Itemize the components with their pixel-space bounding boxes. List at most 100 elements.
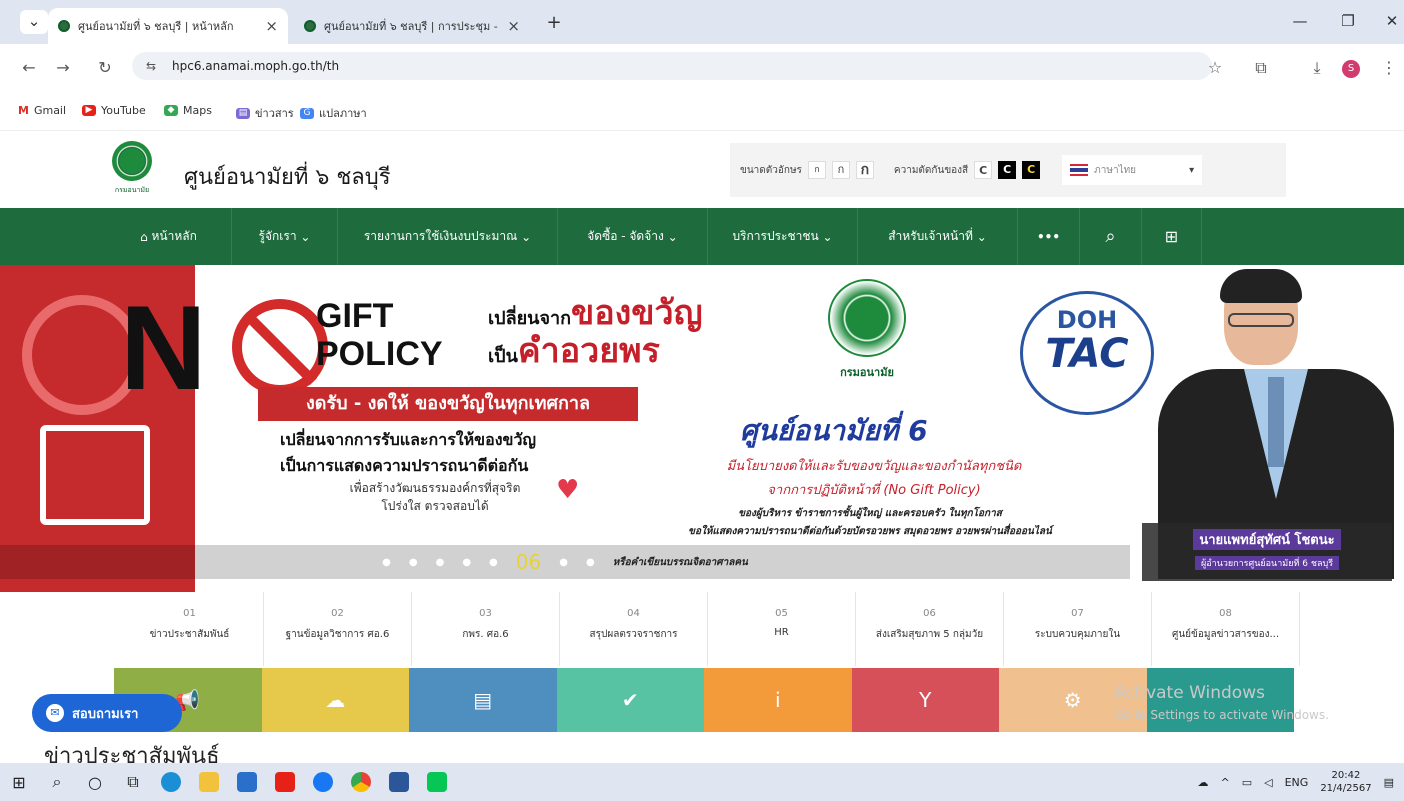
maps-icon: ◆ — [164, 105, 178, 116]
nav-procurement[interactable]: จัดซื้อ - จัดจ้าง ⌄ — [558, 208, 708, 265]
search-icon[interactable]: ⌕ — [38, 763, 76, 801]
clock[interactable]: 20:42 21/4/2567 — [1320, 769, 1371, 795]
slide-dot[interactable]: ● — [489, 557, 498, 568]
contrast-label: ความตัดกันของสี — [893, 164, 969, 176]
bookmark-youtube[interactable]: ▶ YouTube — [82, 104, 146, 117]
no-gift-red-bar: งดรับ - งดให้ ของขวัญในทุกเทศกาล — [258, 387, 638, 421]
line-icon[interactable] — [418, 763, 456, 801]
quick-link-item[interactable]: 08 ศูนย์ข้อมูลข่าวสารของ... — [1152, 592, 1300, 666]
url-field[interactable]: ⇆ hpc6.anamai.moph.go.th/th — [132, 52, 1212, 80]
bookmark-news[interactable]: ▤ ข่าวสาร — [236, 104, 294, 122]
font-size-medium-button[interactable]: ก — [831, 161, 850, 179]
slide-dot[interactable]: ● — [436, 557, 445, 568]
close-icon[interactable]: × — [507, 17, 520, 35]
tab-home[interactable]: ศูนย์อนามัยที่ ๖ ชลบุรี | หน้าหลัก × — [48, 8, 288, 44]
gmail-icon: M — [18, 104, 29, 117]
chevron-down-icon: ⌄ — [972, 229, 987, 244]
bookmark-gmail[interactable]: M Gmail — [18, 104, 66, 117]
messenger-icon: ✉ — [46, 704, 64, 722]
download-icon[interactable]: ⤓ — [1306, 58, 1328, 78]
cortana-icon[interactable]: ○ — [76, 763, 114, 801]
book-icon[interactable]: ▤ — [409, 668, 557, 732]
bookmark-translate[interactable]: G แปลภาษา — [300, 104, 367, 122]
extensions-icon[interactable]: ⧉ — [1250, 58, 1272, 78]
site-info-icon[interactable]: ⇆ — [146, 52, 156, 80]
quick-link-item[interactable]: 07 ระบบควบคุมภายใน — [1004, 592, 1152, 666]
contrast-dark-button[interactable]: C — [998, 161, 1017, 179]
reload-icon[interactable]: ↻ — [94, 58, 116, 77]
person-icon[interactable]: i — [704, 668, 852, 732]
main-navigation: ⌂ หน้าหลัก รู้จักเรา ⌄ รายงานการใช้เงินง… — [0, 208, 1404, 265]
quick-link-item[interactable]: 06 ส่งเสริมสุขภาพ 5 กลุ่มวัย — [856, 592, 1004, 666]
slide-dot[interactable]: ● — [559, 557, 568, 568]
search-icon[interactable]: ⌕ — [1080, 208, 1142, 265]
quick-link-item[interactable]: 04 สรุปผลตรวจราชการ — [560, 592, 708, 666]
network-icon[interactable]: ▭ — [1242, 776, 1252, 789]
translate-icon: G — [300, 107, 314, 119]
restore-icon[interactable]: ❐ — [1336, 12, 1360, 30]
close-icon[interactable]: × — [265, 17, 278, 35]
minimize-icon[interactable]: — — [1288, 12, 1312, 30]
notification-icon[interactable]: ▤ — [1384, 776, 1394, 789]
sitemap-icon[interactable]: ⊞ — [1142, 208, 1202, 265]
mail-icon[interactable] — [228, 763, 266, 801]
language-select[interactable]: ภาษาไทย ▾ — [1062, 155, 1203, 185]
file-explorer-icon[interactable] — [190, 763, 228, 801]
slide-dot[interactable]: ● — [462, 557, 471, 568]
heart-hand-icon: ♥ — [556, 475, 580, 505]
menu-kebab-icon[interactable]: ⋮ — [1378, 58, 1400, 77]
no-sign-icon — [232, 299, 328, 395]
profile-avatar[interactable]: S — [1342, 60, 1360, 78]
slide-dot[interactable]: ● — [586, 557, 595, 568]
gift-box-icon — [40, 425, 150, 525]
chat-button[interactable]: ✉ สอบถามเรา — [32, 694, 182, 732]
font-size-small-button[interactable]: ก — [807, 161, 826, 179]
tray-arrow-icon[interactable]: ^ — [1221, 776, 1230, 789]
edge-icon[interactable] — [152, 763, 190, 801]
site-title[interactable]: ศูนย์อนามัยที่ ๖ ชลบุรี — [184, 159, 391, 194]
start-icon[interactable]: ⊞ — [0, 763, 38, 801]
slider-pagination: ● ● ● ● ● 06 ● ● หรือคำเขียนบรรณจิตอาศาล… — [0, 545, 1130, 579]
nav-public-service[interactable]: บริการประชาชน ⌄ — [708, 208, 858, 265]
back-icon[interactable]: ← — [18, 58, 40, 77]
home-icon: ⌂ — [140, 229, 152, 244]
bookmark-star-icon[interactable]: ☆ — [1204, 58, 1226, 77]
facebook-icon[interactable] — [304, 763, 342, 801]
slide-dot[interactable]: ● — [409, 557, 418, 568]
weather-icon[interactable]: ☁ — [1198, 776, 1209, 789]
hero-banner[interactable]: N GIFT POLICY เปลี่ยนจากของขวัญ เป็นคำอว… — [0, 265, 1404, 592]
youtube-icon: ▶ — [82, 105, 96, 116]
font-size-large-button[interactable]: ก — [855, 161, 874, 179]
input-language[interactable]: ENG — [1285, 776, 1309, 789]
quick-link-item[interactable]: 02 ฐานข้อมูลวิชาการ ศอ.6 — [264, 592, 412, 666]
tab-meeting[interactable]: ศูนย์อนามัยที่ ๖ ชลบุรี | การประชุม - × — [294, 8, 530, 44]
nav-budget-report[interactable]: รายงานการใช้เงินงบประมาณ ⌄ — [338, 208, 558, 265]
nav-staff[interactable]: สำหรับเจ้าหน้าที่ ⌄ — [858, 208, 1018, 265]
new-tab-button[interactable]: + — [542, 12, 566, 33]
tab-search-button[interactable]: ⌄ — [20, 10, 48, 34]
chrome-icon[interactable] — [342, 763, 380, 801]
quick-link-item[interactable]: 03 กพร. ศอ.6 — [412, 592, 560, 666]
contrast-yellow-button[interactable]: C — [1022, 161, 1041, 179]
forward-icon[interactable]: → — [52, 58, 74, 77]
word-icon[interactable] — [380, 763, 418, 801]
accessibility-controls: ขนาดตัวอักษร ก ก ก ความตัดกันของสี C C C… — [730, 143, 1286, 197]
nav-home[interactable]: ⌂ หน้าหลัก — [106, 208, 232, 265]
quick-link-item[interactable]: 05 HR — [708, 592, 856, 666]
slide-dot[interactable]: ● — [382, 557, 391, 568]
quick-link-item[interactable]: 01 ข่าวประชาสัมพันธ์ — [116, 592, 264, 666]
anamai-logo[interactable] — [112, 141, 152, 181]
slide-current[interactable]: 06 — [516, 550, 541, 574]
task-view-icon[interactable]: ⧉ — [114, 763, 152, 801]
exercise-icon[interactable]: Y — [851, 668, 999, 732]
bookmark-maps[interactable]: ◆ Maps — [164, 104, 212, 117]
cloud-download-icon[interactable]: ☁ — [261, 668, 409, 732]
nav-more[interactable]: ••• — [1018, 208, 1080, 265]
clipboard-check-icon[interactable]: ✔ — [556, 668, 704, 732]
contrast-normal-button[interactable]: C — [974, 161, 993, 179]
close-window-icon[interactable]: ✕ — [1380, 12, 1404, 30]
nav-about[interactable]: รู้จักเรา ⌄ — [232, 208, 338, 265]
doh-seal-icon — [828, 279, 906, 357]
volume-icon[interactable]: ◁ — [1264, 776, 1272, 789]
youtube-icon[interactable] — [266, 763, 304, 801]
